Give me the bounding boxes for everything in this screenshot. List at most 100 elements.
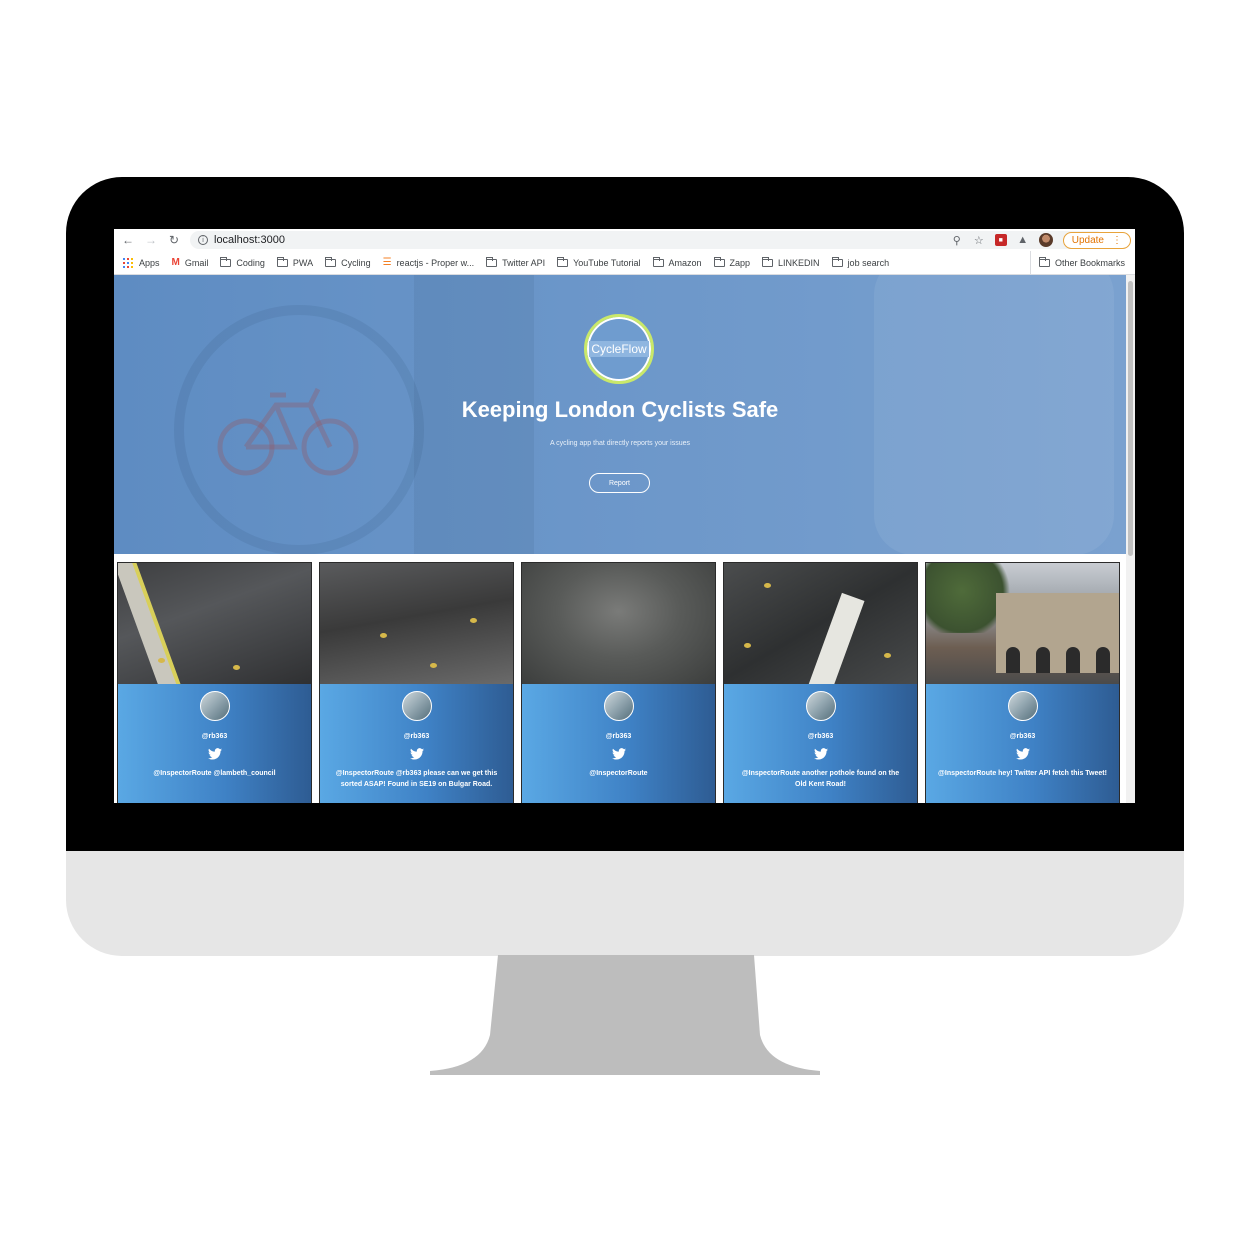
twitter-bird-icon <box>207 748 222 760</box>
tweet-photo <box>320 563 513 684</box>
report-button[interactable]: Report <box>589 473 650 493</box>
other-bookmarks[interactable]: Other Bookmarks <box>1029 251 1125 275</box>
star-icon[interactable]: ☆ <box>973 234 985 247</box>
bookmark-apps[interactable]: Apps <box>123 257 160 268</box>
bookmark-label: Amazon <box>668 257 702 268</box>
more-vert-icon: ⋮ <box>1112 234 1122 246</box>
reload-icon[interactable]: ↻ <box>166 232 182 248</box>
bookmark-linkedin[interactable]: LINKEDIN <box>762 256 820 268</box>
user-avatar[interactable] <box>199 691 230 721</box>
logo-text: CycleFlow <box>589 341 649 357</box>
user-handle[interactable]: @rb363 <box>404 733 430 740</box>
bookmark-label: Zapp <box>729 257 751 268</box>
folder-icon <box>486 256 498 267</box>
back-arrow-icon[interactable]: ← <box>120 232 136 248</box>
tweet-card[interactable]: @rb363 @InspectorRoute @lambeth_council <box>117 562 312 803</box>
url-text: localhost:3000 <box>214 234 285 246</box>
toolbar-actions: ⚲ ☆ ■ ▲ Update ⋮ <box>951 229 1135 251</box>
page-content: CycleFlow Keeping London Cyclists Safe A… <box>114 275 1135 803</box>
tweet-card-body: @rb363 @InspectorRoute hey! Twitter API … <box>926 684 1119 803</box>
hero-title: Keeping London Cyclists Safe <box>461 397 779 422</box>
browser-toolbar: ← → ↻ i localhost:3000 ⚲ ☆ ■ ▲ Update ⋮ <box>114 229 1135 251</box>
tweet-photo <box>926 563 1119 684</box>
bookmark-label: reactjs - Proper w... <box>396 257 475 268</box>
tweet-text: @InspectorRoute @lambeth_council <box>153 770 276 777</box>
page-scrollbar[interactable] <box>1126 275 1135 803</box>
tweet-card[interactable]: @rb363 @InspectorRoute <box>521 562 716 803</box>
extension-red-icon[interactable]: ■ <box>994 234 1007 246</box>
bookmark-label: job search <box>847 257 890 268</box>
user-avatar[interactable] <box>401 691 432 721</box>
monitor-stand <box>430 955 820 1075</box>
bicycle-icon <box>217 387 359 476</box>
bookmark-gmail[interactable]: M Gmail <box>172 257 209 268</box>
monitor-chin <box>66 851 1184 956</box>
user-handle[interactable]: @rb363 <box>606 733 632 740</box>
tweet-card[interactable]: @rb363 @InspectorRoute @rb363 please can… <box>319 562 514 803</box>
user-handle[interactable]: @rb363 <box>202 733 228 740</box>
bookmarks-bar: Apps M Gmail Coding PWA Cycling ☰ reactjs… <box>114 251 1135 275</box>
bookmark-label: Twitter API <box>502 257 546 268</box>
apps-icon <box>123 257 133 268</box>
profile-avatar[interactable] <box>1038 233 1053 247</box>
user-handle[interactable]: @rb363 <box>1010 733 1036 740</box>
bookmark-coding[interactable]: Coding <box>220 256 265 268</box>
tweet-card-body: @rb363 @InspectorRoute @lambeth_council <box>118 684 311 803</box>
user-handle[interactable]: @rb363 <box>808 733 834 740</box>
tweet-text: @InspectorRoute hey! Twitter API fetch t… <box>938 770 1107 777</box>
folder-icon <box>220 256 232 267</box>
twitter-bird-icon <box>1015 748 1030 760</box>
gmail-icon: M <box>171 257 180 268</box>
bookmark-label: Cycling <box>341 257 371 268</box>
site-info-icon[interactable]: i <box>198 235 208 245</box>
bookmark-twitter-api[interactable]: Twitter API <box>486 256 546 268</box>
tweet-text: @InspectorRoute @rb363 please can we get… <box>335 770 498 788</box>
user-avatar[interactable] <box>805 691 836 721</box>
forward-arrow-icon[interactable]: → <box>143 232 159 248</box>
folder-icon <box>557 256 569 267</box>
tweet-text: @InspectorRoute <box>589 770 648 777</box>
bookmark-label: YouTube Tutorial <box>573 257 641 268</box>
bookmark-label: LINKEDIN <box>778 257 820 268</box>
folder-icon <box>652 256 664 267</box>
scroll-thumb[interactable] <box>1128 281 1133 556</box>
tweet-card[interactable]: @rb363 @InspectorRoute another pothole f… <box>723 562 918 803</box>
twitter-bird-icon <box>813 748 828 760</box>
user-avatar[interactable] <box>1007 691 1038 721</box>
tweet-card-body: @rb363 @InspectorRoute <box>522 684 715 803</box>
bookmark-job-search[interactable]: job search <box>831 256 890 268</box>
cycleflow-logo[interactable]: CycleFlow <box>584 314 654 384</box>
tweet-photo <box>724 563 917 684</box>
tweet-card-body: @rb363 @InspectorRoute @rb363 please can… <box>320 684 513 803</box>
bookmark-cycling[interactable]: Cycling <box>325 256 371 268</box>
bookmark-label: PWA <box>292 257 314 268</box>
bookmark-pwa[interactable]: PWA <box>276 256 314 268</box>
bookmark-label: Gmail <box>184 257 209 268</box>
bookmark-amazon[interactable]: Amazon <box>652 256 702 268</box>
bookmark-zapp[interactable]: Zapp <box>713 256 751 268</box>
update-button[interactable]: Update ⋮ <box>1062 231 1131 249</box>
folder-icon <box>1038 257 1050 267</box>
folder-icon <box>276 256 288 267</box>
tweet-card[interactable]: @rb363 @InspectorRoute hey! Twitter API … <box>925 562 1120 803</box>
update-label: Update <box>1071 234 1104 246</box>
twitter-bird-icon <box>611 748 626 760</box>
tweet-card-list: @rb363 @InspectorRoute @lambeth_council … <box>117 562 1120 803</box>
tweet-card-body: @rb363 @InspectorRoute another pothole f… <box>724 684 917 803</box>
user-avatar[interactable] <box>603 691 634 721</box>
other-bookmarks-label: Other Bookmarks <box>1054 258 1125 268</box>
tweet-text: @InspectorRoute another pothole found on… <box>741 770 900 788</box>
bookmark-youtube-tutorial[interactable]: YouTube Tutorial <box>557 256 641 268</box>
hero-banner: CycleFlow Keeping London Cyclists Safe A… <box>114 275 1126 554</box>
tweet-photo <box>522 563 715 684</box>
folder-icon <box>762 256 774 267</box>
zoom-icon[interactable]: ⚲ <box>951 234 963 247</box>
folder-icon <box>325 256 337 267</box>
puzzle-icon[interactable]: ▲ <box>1017 234 1029 246</box>
twitter-bird-icon <box>409 748 424 760</box>
bookmark-label: Coding <box>236 257 265 268</box>
bookmark-reactjs[interactable]: ☰ reactjs - Proper w... <box>383 257 475 268</box>
bookmark-label: Apps <box>139 257 160 268</box>
folder-icon <box>831 256 843 267</box>
browser-window: ← → ↻ i localhost:3000 ⚲ ☆ ■ ▲ Update ⋮ … <box>114 229 1135 803</box>
